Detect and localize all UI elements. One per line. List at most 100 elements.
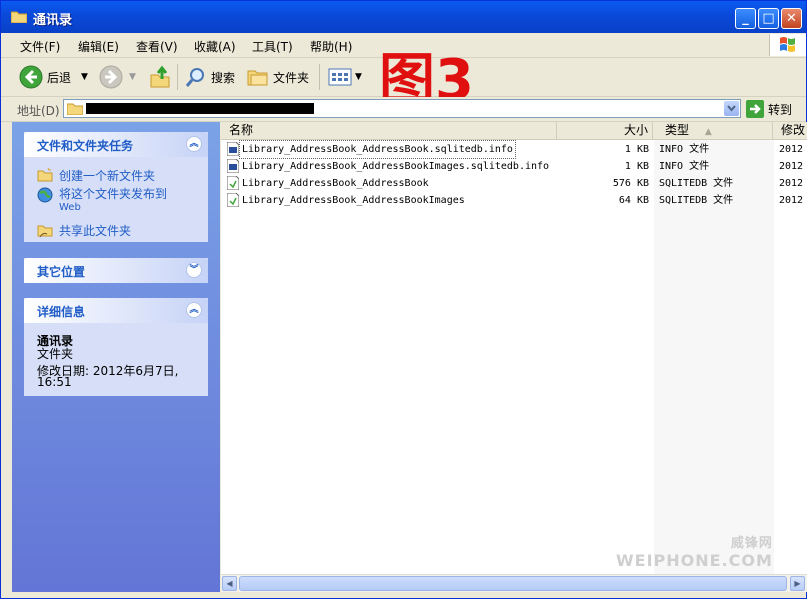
minimize-icon: _ — [742, 11, 749, 26]
file-size: 576 KB — [612, 178, 649, 189]
back-dropdown-icon[interactable]: ▼ — [81, 72, 88, 82]
close-button[interactable]: ✕ — [781, 8, 802, 29]
menu-favorites[interactable]: 收藏(A) — [194, 38, 236, 55]
task-publish-web-sub: Web — [59, 202, 81, 213]
address-value — [86, 103, 314, 114]
info-file-icon — [227, 159, 239, 173]
back-button[interactable]: 后退 ▼ — [19, 65, 88, 89]
forward-button[interactable]: ▼ — [99, 65, 136, 89]
file-list: 名称 大小 类型 ▲ 修改 Library_AddressBook_Addres… — [221, 122, 807, 592]
file-name: Library_AddressBook_AddressBookImages.sq… — [242, 161, 550, 172]
close-icon: ✕ — [786, 11, 797, 26]
menu-tools[interactable]: 工具(T) — [252, 38, 293, 55]
scroll-right-button[interactable]: ▶ — [790, 576, 805, 591]
chevron-down-icon — [727, 105, 736, 112]
search-icon — [185, 68, 204, 87]
generic-file-icon — [227, 176, 239, 190]
column-type[interactable]: 类型 ▲ — [653, 122, 773, 139]
column-size[interactable]: 大小 — [557, 122, 653, 139]
address-input[interactable] — [63, 99, 741, 118]
task-publish-web[interactable]: 将这个文件夹发布到 Web — [37, 187, 167, 215]
views-button[interactable]: ▼ — [328, 65, 362, 89]
minimize-button[interactable]: _ — [735, 8, 756, 29]
watermark: 威锋网 WEIPHONE.COM — [616, 532, 773, 570]
file-date: 2012 — [779, 144, 804, 155]
collapse-icon[interactable]: ︽ — [186, 302, 202, 318]
folder-icon — [67, 103, 83, 115]
other-places-panel: 其它位置 ︾ — [24, 258, 208, 283]
views-dropdown-icon[interactable]: ▼ — [355, 72, 362, 82]
file-row[interactable]: Library_AddressBook_AddressBookImages 64… — [221, 192, 807, 209]
go-button[interactable]: 转到 — [746, 100, 792, 118]
explorer-window: 通讯录 _ □ ✕ 文件(F) 编辑(E) 查看(V) 收藏(A) 工具(T) … — [0, 0, 807, 599]
file-type: INFO 文件 — [659, 144, 710, 155]
file-size: 1 KB — [624, 144, 649, 155]
watermark-line1: 威锋网 — [730, 536, 773, 551]
collapse-icon[interactable]: ︽ — [186, 136, 202, 152]
watermark-line2: WEIPHONE.COM — [616, 551, 773, 570]
file-type: SQLITEDB 文件 — [659, 195, 734, 206]
forward-dropdown-icon[interactable]: ▼ — [129, 72, 136, 82]
folders-button[interactable]: 文件夹 — [247, 65, 309, 89]
title-bar[interactable]: 通讯录 _ □ ✕ — [1, 1, 806, 33]
share-folder-icon — [37, 225, 53, 238]
menu-help[interactable]: 帮助(H) — [310, 38, 352, 55]
task-new-folder[interactable]: 创建一个新文件夹 — [37, 167, 155, 184]
file-row[interactable]: Library_AddressBook_AddressBook 576 KB S… — [221, 175, 807, 192]
other-places-header[interactable]: 其它位置 ︾ — [24, 258, 208, 283]
task-publish-web-label: 将这个文件夹发布到 — [59, 187, 168, 201]
back-label: 后退 — [47, 70, 72, 85]
menu-edit[interactable]: 编辑(E) — [78, 38, 119, 55]
file-size: 64 KB — [618, 195, 649, 206]
windows-logo-icon — [769, 34, 806, 56]
up-folder-icon — [150, 65, 170, 88]
info-file-icon — [227, 142, 239, 156]
address-bar: 地址(D) 转到 — [1, 97, 806, 122]
address-label: 地址(D) — [17, 104, 60, 118]
up-folder-button[interactable] — [149, 65, 171, 89]
horizontal-scrollbar[interactable]: ◀ ▶ — [221, 574, 807, 592]
folders-icon — [247, 70, 268, 86]
file-tasks-title: 文件和文件夹任务 — [37, 139, 134, 153]
folder-icon — [11, 11, 27, 23]
file-tasks-header[interactable]: 文件和文件夹任务 ︽ — [24, 132, 208, 157]
search-button[interactable]: 搜索 — [185, 65, 235, 89]
menu-view[interactable]: 查看(V) — [136, 38, 178, 55]
file-type: INFO 文件 — [659, 161, 710, 172]
file-row[interactable]: Library_AddressBook_AddressBook.sqlitedb… — [221, 140, 807, 159]
other-places-title: 其它位置 — [37, 265, 86, 279]
globe-icon — [37, 187, 53, 203]
column-modified[interactable]: 修改 — [773, 122, 807, 139]
file-tasks-panel: 文件和文件夹任务 ︽ 创建一个新文件夹 将这个文件夹发布到 Web 共享此文件夹 — [24, 132, 208, 242]
expand-icon[interactable]: ︾ — [186, 262, 202, 278]
window-title: 通讯录 — [33, 13, 73, 28]
go-arrow-icon — [746, 100, 764, 118]
file-type: SQLITEDB 文件 — [659, 178, 734, 189]
column-type-label: 类型 — [665, 123, 690, 137]
file-size: 1 KB — [624, 161, 649, 172]
address-dropdown-button[interactable] — [724, 101, 739, 116]
file-row[interactable]: Library_AddressBook_AddressBookImages.sq… — [221, 158, 807, 175]
folders-label: 文件夹 — [273, 70, 310, 85]
search-label: 搜索 — [211, 70, 236, 85]
details-panel: 详细信息 ︽ 通讯录 文件夹 修改日期: 2012年6月7日, 16:51 — [24, 298, 208, 396]
views-icon — [328, 68, 352, 86]
task-pane: 文件和文件夹任务 ︽ 创建一个新文件夹 将这个文件夹发布到 Web 共享此文件夹 — [12, 122, 220, 592]
file-date: 2012 — [779, 161, 804, 172]
details-header[interactable]: 详细信息 ︽ — [24, 298, 208, 323]
file-date: 2012 — [779, 178, 804, 189]
scroll-left-button[interactable]: ◀ — [222, 576, 237, 591]
scroll-thumb[interactable] — [239, 576, 787, 591]
details-modified-time: 16:51 — [37, 375, 72, 389]
task-new-folder-label: 创建一个新文件夹 — [59, 169, 156, 183]
menu-file[interactable]: 文件(F) — [20, 38, 60, 55]
task-share-folder[interactable]: 共享此文件夹 — [37, 222, 131, 239]
maximize-button[interactable]: □ — [758, 8, 779, 29]
back-arrow-icon — [19, 65, 43, 89]
task-publish-web-text: 将这个文件夹发布到 Web — [59, 187, 167, 215]
task-share-folder-label: 共享此文件夹 — [59, 224, 132, 238]
column-name[interactable]: 名称 — [221, 122, 557, 139]
file-name: Library_AddressBook_AddressBook.sqlitedb… — [239, 140, 516, 159]
toolbar-separator — [319, 64, 320, 90]
sort-ascending-icon: ▲ — [704, 127, 712, 137]
